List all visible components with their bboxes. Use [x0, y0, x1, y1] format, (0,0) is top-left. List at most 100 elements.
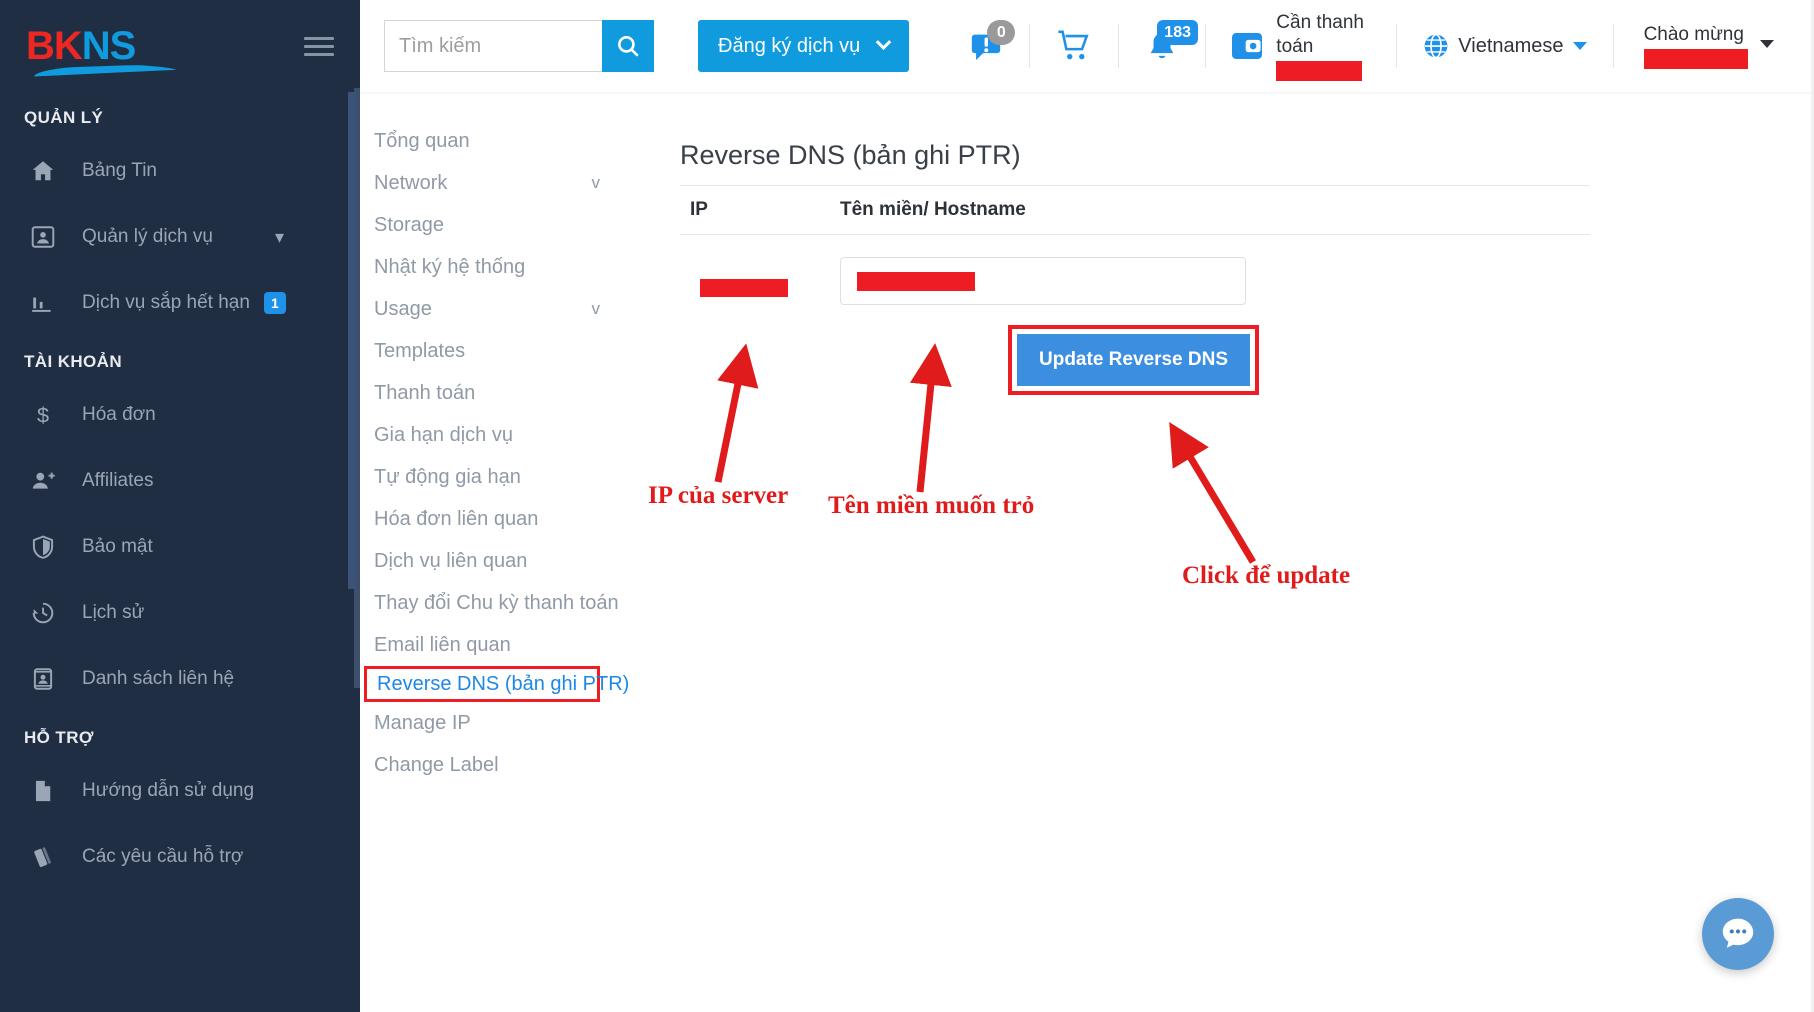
document-icon — [26, 776, 60, 806]
subnav-item-label: Gia hạn dịch vụ — [374, 423, 513, 446]
account-box-icon — [31, 226, 55, 248]
subnav-item-t-ng-quan[interactable]: Tổng quan — [360, 120, 680, 162]
dollar-icon: $ — [37, 403, 49, 428]
sidebar-item-c-c-y-u-c-u-h-tr[interactable]: Các yêu cầu hỗ trợ — [0, 824, 360, 890]
ticket-icon — [26, 842, 60, 872]
bkns-logo[interactable]: BKNS — [26, 26, 135, 66]
sidebar-item-l-ch-s[interactable]: Lịch sử — [0, 580, 360, 646]
chevron-down-icon[interactable]: ▾ — [275, 227, 284, 248]
hostname-input[interactable] — [840, 257, 1246, 305]
subnav-item-storage[interactable]: Storage — [360, 204, 680, 246]
sidebar-item-h-a-n[interactable]: $ Hóa đơn — [0, 382, 360, 448]
sidebar-item-label: Lịch sử — [82, 602, 145, 623]
subnav-item-label: Thanh toán — [374, 381, 476, 404]
user-plus-icon — [26, 466, 60, 496]
register-service-button[interactable]: Đăng ký dịch vụ — [698, 20, 910, 72]
sidebar-item-affiliates[interactable]: Affiliates — [0, 448, 360, 514]
app-root: BKNS QUẢN LÝ Bảng Tin Quản lý dịch vụ ▾ Dịch… — [0, 0, 1814, 1012]
subnav-item-h-a-n-li-n-quan[interactable]: Hóa đơn liên quan — [360, 498, 680, 540]
subnav-item-network[interactable]: Network v — [360, 162, 680, 204]
sidebar-item-b-o-m-t[interactable]: Bảo mật — [0, 514, 360, 580]
arrow-to-update — [1169, 421, 1257, 564]
chevron-down-icon[interactable]: v — [592, 299, 601, 319]
search-button[interactable] — [602, 20, 654, 72]
update-reverse-dns-button[interactable]: Update Reverse DNS — [1017, 334, 1251, 386]
sidebar-item-h-ng-d-n-s-d-ng[interactable]: Hướng dẫn sử dụng — [0, 758, 360, 824]
subnav-item-t-ng-gia-h-n[interactable]: Tự động gia hạn — [360, 456, 680, 498]
right-pane: Đăng ký dịch vụ 0 — [348, 0, 1814, 1012]
top-header: Đăng ký dịch vụ 0 — [360, 0, 1814, 92]
register-service-label: Đăng ký dịch vụ — [718, 34, 861, 57]
logo-text-bk: BK — [26, 24, 83, 68]
sidebar-item-b-ng-tin[interactable]: Bảng Tin — [0, 138, 360, 204]
payment-due-button[interactable]: Cần thanh toán — [1206, 11, 1396, 82]
search-icon — [618, 36, 639, 57]
dollar-icon: $ — [26, 400, 60, 430]
caret-down-icon — [1572, 42, 1587, 50]
notification-badge: 183 — [1157, 20, 1198, 45]
main-sidebar: BKNS QUẢN LÝ Bảng Tin Quản lý dịch vụ ▾ Dịch… — [0, 0, 360, 1012]
subnav-item-label: Hóa đơn liên quan — [374, 507, 539, 530]
sidebar-item-label: Affiliates — [82, 470, 154, 491]
cart-button[interactable] — [1030, 18, 1118, 74]
history-icon — [32, 602, 54, 624]
sidebar-item-d-ch-v-s-p-h-t-h-n[interactable]: Dịch vụ sắp hết hạn 1 — [0, 270, 360, 336]
subnav-item-label: Network — [374, 171, 448, 194]
annotation-update: Click để update — [1182, 562, 1351, 589]
payment-due-value-redacted — [1276, 61, 1363, 82]
user-plus-icon — [32, 472, 55, 489]
subnav-item-reverse-dns-b-n-ghi-ptr[interactable]: Reverse DNS (bản ghi PTR) — [364, 666, 629, 702]
sidebar-section-title: HỖ TRỢ — [24, 728, 94, 747]
chart-icon — [26, 288, 60, 318]
subnav-item-usage[interactable]: Usage v — [360, 288, 680, 330]
sidebar-item-qu-n-l-d-ch-v[interactable]: Quản lý dịch vụ ▾ — [0, 204, 360, 270]
update-button-wrap: Update Reverse DNS — [1008, 325, 1260, 395]
header-icon-group: 0 183 — [943, 18, 1207, 74]
globe-icon — [1424, 33, 1448, 59]
subnav-item-label: Usage — [374, 297, 432, 320]
cell-ip — [680, 257, 840, 297]
sidebar-item-danh-s-ch-li-n-h[interactable]: Danh sách liên hệ — [0, 646, 360, 712]
search-input[interactable] — [384, 20, 602, 72]
subnav-item-change-label[interactable]: Change Label — [360, 744, 680, 786]
chat-widget-button[interactable] — [1702, 898, 1774, 970]
home-icon — [26, 156, 60, 186]
shield-icon — [26, 532, 60, 562]
subnav-item-manage-ip[interactable]: Manage IP — [360, 702, 680, 744]
hamburger-menu-icon[interactable] — [304, 36, 334, 56]
sidebar-item-label: Hóa đơn — [82, 404, 156, 425]
subnav-item-d-ch-v-li-n-quan[interactable]: Dịch vụ liên quan — [360, 540, 680, 582]
subnav-item-nh-t-k-h-th-ng[interactable]: Nhật ký hệ thống — [360, 246, 680, 288]
subnav-item-label: Tự động gia hạn — [374, 465, 521, 488]
subnav-item-email-li-n-quan[interactable]: Email liên quan — [360, 624, 680, 666]
ticket-icon — [34, 847, 51, 868]
subnav-item-label: Nhật ký hệ thống — [374, 255, 526, 278]
chat-badge: 0 — [987, 20, 1016, 45]
subnav-item-gia-h-n-d-ch-v[interactable]: Gia hạn dịch vụ — [360, 414, 680, 456]
subnav-item-label: Templates — [374, 339, 466, 362]
welcome-user-redacted — [1643, 48, 1748, 69]
update-button-highlight-box: Update Reverse DNS — [1008, 325, 1260, 395]
home-icon — [32, 161, 54, 181]
hostname-value-redacted — [857, 271, 975, 291]
notifications-button[interactable]: 183 — [1119, 18, 1205, 74]
content-body: Tổng quan Network v Storage Nhật ký hệ thống… — [348, 92, 1814, 1012]
subnav-item-label: Change Label — [374, 753, 499, 776]
chart-icon — [32, 297, 51, 312]
user-menu[interactable]: Chào mừng — [1614, 24, 1774, 69]
sidebar-item-label: Bảng Tin — [82, 160, 157, 181]
subnav-item-thay-i-chu-k-thanh-to-n[interactable]: Thay đổi Chu kỳ thanh toán — [360, 582, 680, 624]
column-header-hostname: Tên miền/ Hostname — [840, 199, 1026, 220]
shield-icon — [32, 535, 54, 559]
subnav-item-label: Tổng quan — [374, 129, 470, 152]
table-header-row: IP Tên miền/ Hostname — [680, 185, 1590, 235]
sidebar-header: BKNS — [0, 0, 360, 92]
chevron-down-icon[interactable]: v — [592, 173, 601, 193]
chevron-down-icon — [876, 33, 892, 50]
subnav-item-templates[interactable]: Templates — [360, 330, 680, 372]
column-header-ip: IP — [690, 199, 708, 220]
svg-text:$: $ — [37, 403, 49, 428]
chat-support-button[interactable]: 0 — [943, 18, 1029, 74]
subnav-item-thanh-to-n[interactable]: Thanh toán — [360, 372, 680, 414]
language-selector[interactable]: Vietnamese — [1397, 33, 1612, 59]
